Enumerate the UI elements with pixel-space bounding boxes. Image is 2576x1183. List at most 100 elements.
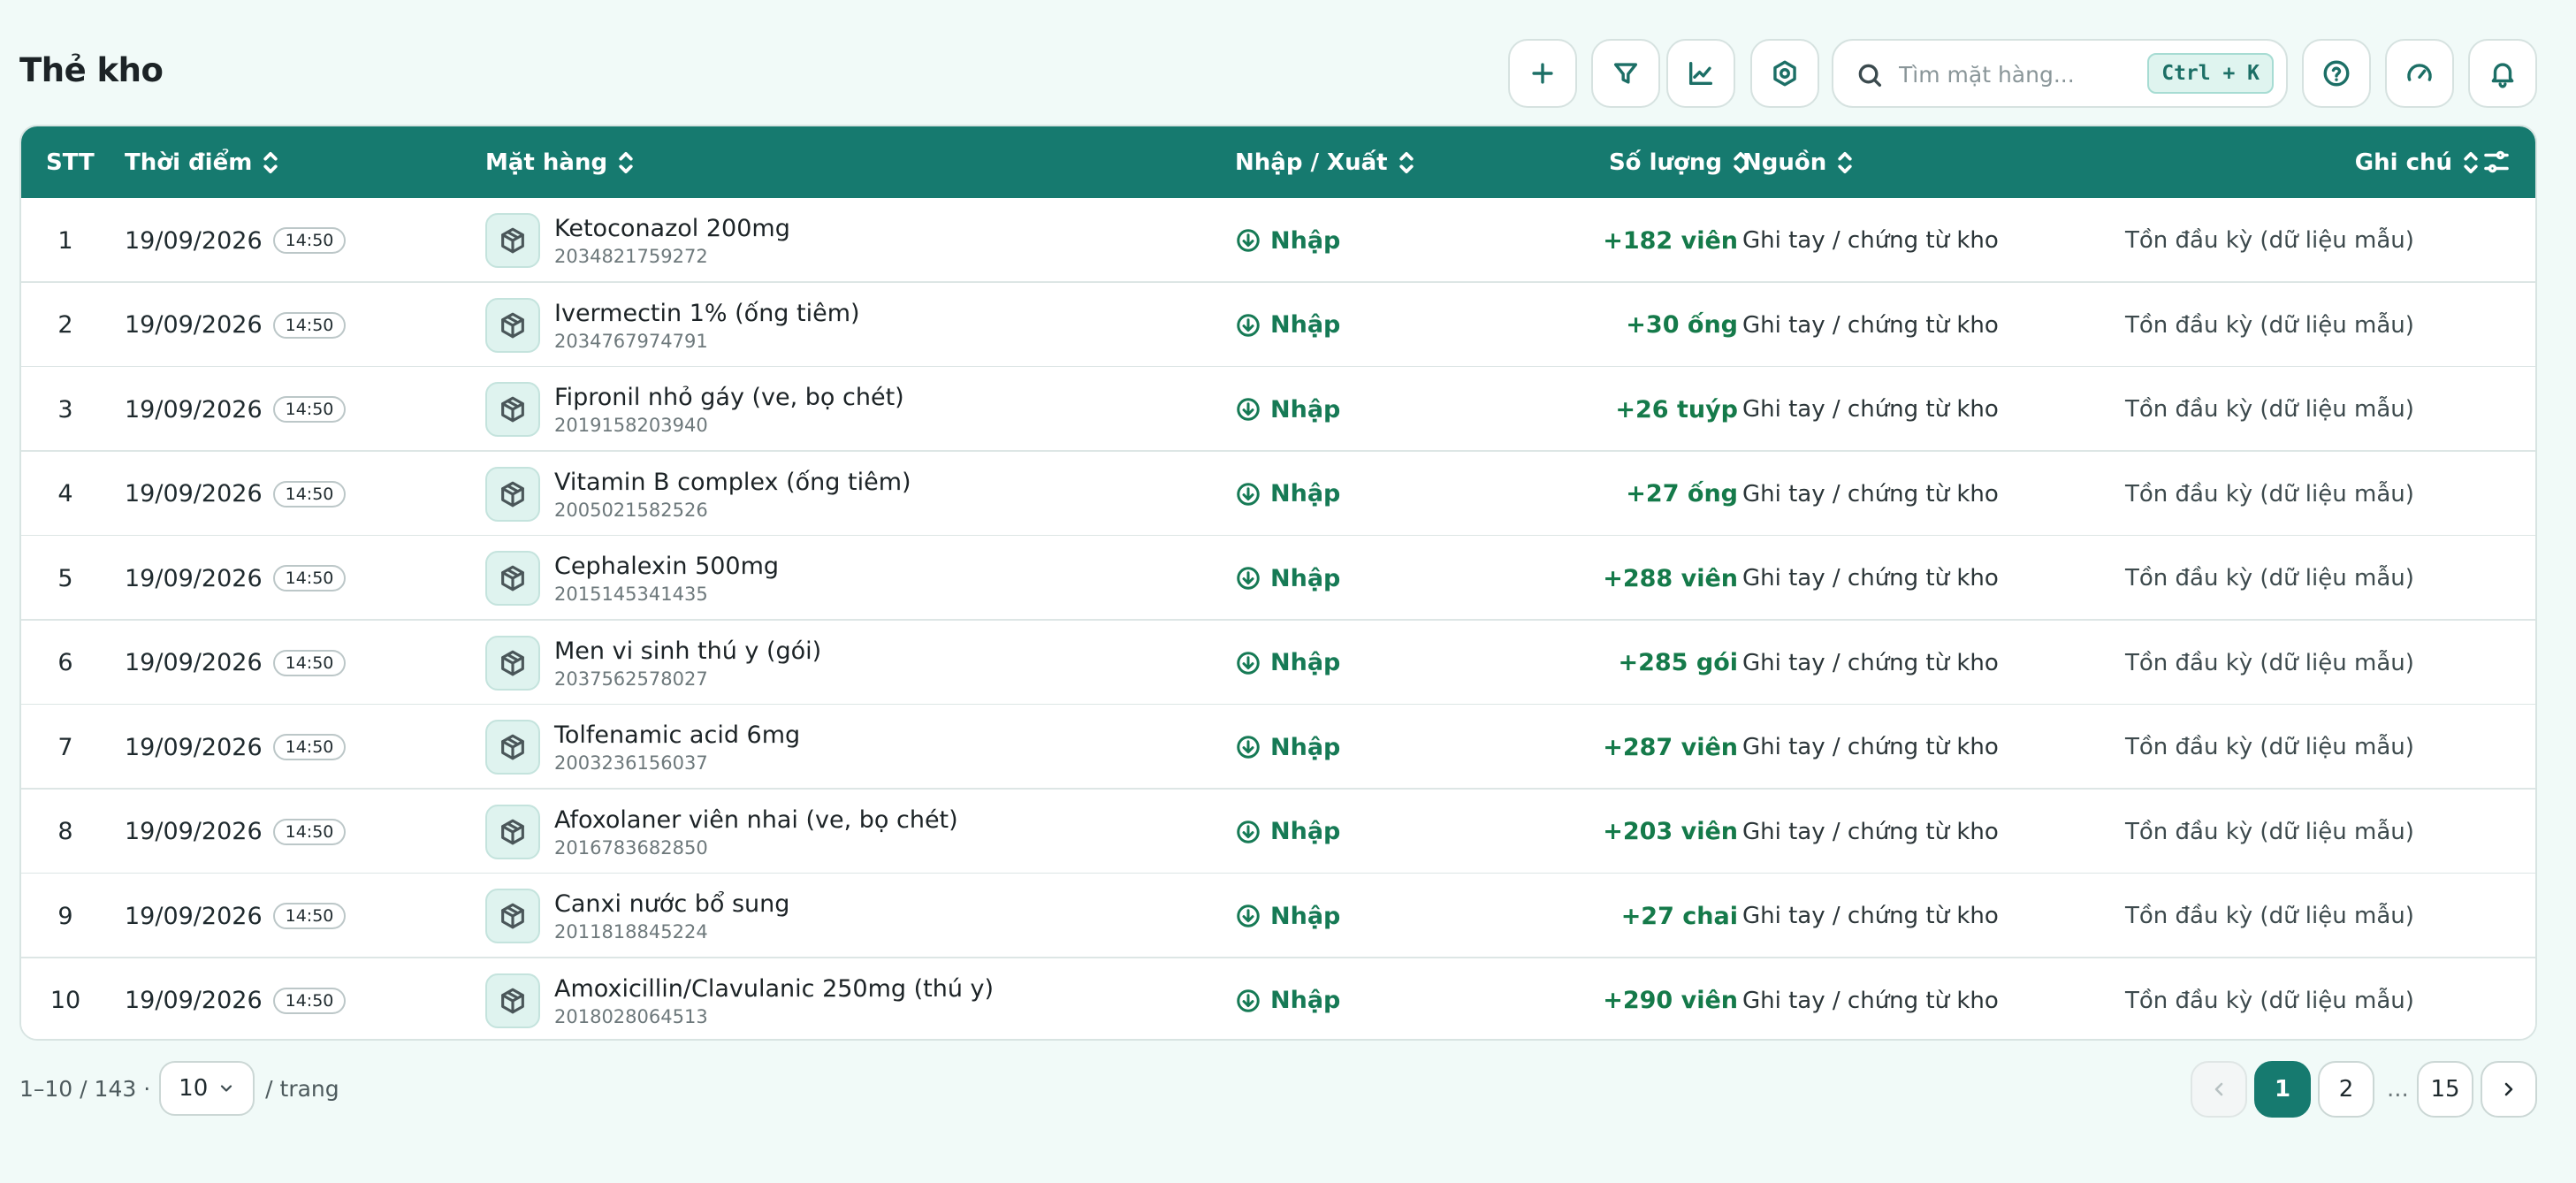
row-io-type: Nhập (1235, 705, 1340, 790)
package-icon (485, 804, 540, 859)
item-name: Fipronil nhỏ gáy (ve, bọ chét) (554, 384, 904, 411)
table-row[interactable]: 4 19/09/2026 14:50 Vitamin B complex (ống t… (21, 451, 2535, 537)
row-index: 1 (57, 226, 73, 255)
item-code: 2011818845224 (554, 921, 708, 943)
page-button-2[interactable]: 2 (2318, 1061, 2374, 1118)
table-row[interactable]: 8 19/09/2026 14:50 Afoxolaner viên nhai (ve… (21, 789, 2535, 874)
pagination-summary: 1–10 / 143 · 10 / trang (19, 1061, 339, 1116)
column-header-stt: STT (46, 149, 95, 176)
row-note: Tồn đầu kỳ (dữ liệu mẫu) (2125, 396, 2414, 423)
arrow-down-circle-icon (1235, 819, 1270, 845)
search-box[interactable]: Ctrl + K (1832, 39, 2288, 108)
row-source: Ghi tay / chứng từ kho (1742, 480, 1999, 508)
add-button[interactable] (1508, 39, 1577, 108)
row-item[interactable]: Ketoconazol 200mg 2034821759272 (485, 198, 790, 283)
row-source: Ghi tay / chứng từ kho (1742, 734, 1999, 760)
row-date: 19/09/2026 (125, 902, 263, 930)
column-header-source[interactable]: Nguồn (1742, 126, 1853, 198)
chart-button[interactable] (1666, 39, 1735, 108)
prev-page-button[interactable] (2191, 1061, 2247, 1118)
settings-button[interactable] (1750, 39, 1819, 108)
column-header-io[interactable]: Nhập / Xuất (1235, 126, 1414, 198)
row-item[interactable]: Ivermectin 1% (ống tiêm) 2034767974791 (485, 283, 860, 368)
row-item[interactable]: Amoxicillin/Clavulanic 250mg (thú y) 2018… (485, 958, 994, 1040)
column-settings-icon[interactable] (2481, 146, 2512, 178)
row-source: Ghi tay / chứng từ kho (1742, 311, 1999, 339)
row-note: Tồn đầu kỳ (dữ liệu mẫu) (2125, 311, 2414, 339)
arrow-down-circle-icon (1235, 903, 1270, 929)
chevron-left-icon (2214, 1082, 2223, 1096)
package-icon (485, 297, 540, 353)
next-page-button[interactable] (2481, 1061, 2537, 1118)
row-date: 19/09/2026 (125, 311, 263, 339)
notifications-button[interactable] (2468, 39, 2537, 108)
row-quantity: +30 ống (1626, 311, 1738, 339)
row-quantity: +27 ống (1626, 480, 1738, 508)
row-quantity: +285 gói (1618, 649, 1738, 676)
row-io-type: Nhập (1235, 958, 1340, 1040)
row-quantity: +26 tuýp (1615, 395, 1738, 424)
package-icon (485, 466, 540, 522)
row-note: Tồn đầu kỳ (dữ liệu mẫu) (2125, 987, 2414, 1014)
per-page-label: / trang (265, 1075, 339, 1102)
row-time-badge: 14:50 (272, 734, 347, 760)
row-item[interactable]: Afoxolaner viên nhai (ve, bọ chét) 201678… (485, 790, 958, 874)
filter-button[interactable] (1591, 39, 1660, 108)
row-item[interactable]: Vitamin B complex (ống tiêm) 200502158252… (485, 452, 911, 537)
item-name: Tolfenamic acid 6mg (554, 721, 801, 749)
help-circle-icon (2323, 60, 2350, 87)
arrow-down-circle-icon (1235, 734, 1270, 760)
chevron-down-icon (221, 1085, 232, 1092)
row-quantity: +287 viên (1603, 733, 1738, 761)
help-button[interactable] (2302, 39, 2371, 108)
package-icon (485, 382, 540, 437)
page-button-last[interactable]: 15 (2417, 1061, 2473, 1118)
row-item[interactable]: Men vi sinh thú y (gói) 2037562578027 (485, 621, 821, 706)
line-chart-icon (1688, 61, 1713, 86)
sort-icon (263, 151, 278, 174)
page-size-select[interactable]: 10 (159, 1061, 255, 1116)
column-header-time[interactable]: Thời điểm (125, 126, 278, 198)
row-time-badge: 14:50 (272, 396, 347, 423)
item-code: 2003236156037 (554, 752, 708, 774)
item-code: 2034821759272 (554, 246, 708, 267)
row-datetime: 19/09/2026 14:50 (125, 705, 347, 790)
column-header-qty[interactable]: Số lượng (1524, 126, 1749, 198)
row-source: Ghi tay / chứng từ kho (1742, 818, 1999, 845)
arrow-down-circle-icon (1235, 227, 1270, 254)
item-name: Vitamin B complex (ống tiêm) (554, 468, 911, 496)
table-row[interactable]: 1 19/09/2026 14:50 Ketoconazol 200mg 2034821… (21, 198, 2535, 283)
item-name: Afoxolaner viên nhai (ve, bọ chét) (554, 805, 958, 834)
row-item[interactable]: Cephalexin 500mg 2015145341435 (485, 536, 779, 621)
row-datetime: 19/09/2026 14:50 (125, 367, 347, 452)
row-io-type: Nhập (1235, 198, 1340, 283)
table-row[interactable]: 2 19/09/2026 14:50 Ivermectin 1% (ống tiêm)… (21, 282, 2535, 368)
row-item[interactable]: Fipronil nhỏ gáy (ve, bọ chét) 2019158203… (485, 367, 904, 452)
item-code: 2037562578027 (554, 668, 708, 690)
row-item[interactable]: Tolfenamic acid 6mg 2003236156037 (485, 705, 800, 790)
sort-icon (2463, 151, 2479, 174)
table-row[interactable]: 10 19/09/2026 14:50 Amoxicillin/Clavulanic … (21, 958, 2535, 1040)
sort-icon (618, 151, 634, 174)
table-row[interactable]: 6 19/09/2026 14:50 Men vi sinh thú y (gói) 2… (21, 620, 2535, 706)
column-header-note[interactable]: Ghi chú (2231, 126, 2479, 198)
row-date: 19/09/2026 (125, 987, 263, 1014)
page-button-1[interactable]: 1 (2254, 1061, 2311, 1118)
row-note: Tồn đầu kỳ (dữ liệu mẫu) (2125, 818, 2414, 845)
table-row[interactable]: 7 19/09/2026 14:50 Tolfenamic acid 6mg 20032… (21, 705, 2535, 790)
table-row[interactable]: 3 19/09/2026 14:50 Fipronil nhỏ gáy (ve, bọ… (21, 367, 2535, 452)
search-shortcut-badge: Ctrl + K (2147, 53, 2274, 94)
dashboard-button[interactable] (2385, 39, 2454, 108)
row-datetime: 19/09/2026 14:50 (125, 283, 347, 368)
row-time-badge: 14:50 (272, 565, 347, 592)
row-time-badge: 14:50 (272, 227, 347, 254)
top-bar: Thẻ kho Ctrl + K (0, 0, 2576, 124)
row-time-badge: 14:50 (272, 311, 347, 339)
row-item[interactable]: Canxi nước bổ sung 2011818845224 (485, 874, 789, 958)
table-row[interactable]: 9 19/09/2026 14:50 Canxi nước bổ sung 201181… (21, 874, 2535, 958)
row-index: 6 (57, 649, 73, 676)
column-header-item[interactable]: Mặt hàng (485, 126, 634, 198)
table-row[interactable]: 5 19/09/2026 14:50 Cephalexin 500mg 20151453… (21, 536, 2535, 621)
search-input[interactable] (1899, 53, 2120, 95)
row-quantity: +290 viên (1603, 987, 1738, 1014)
